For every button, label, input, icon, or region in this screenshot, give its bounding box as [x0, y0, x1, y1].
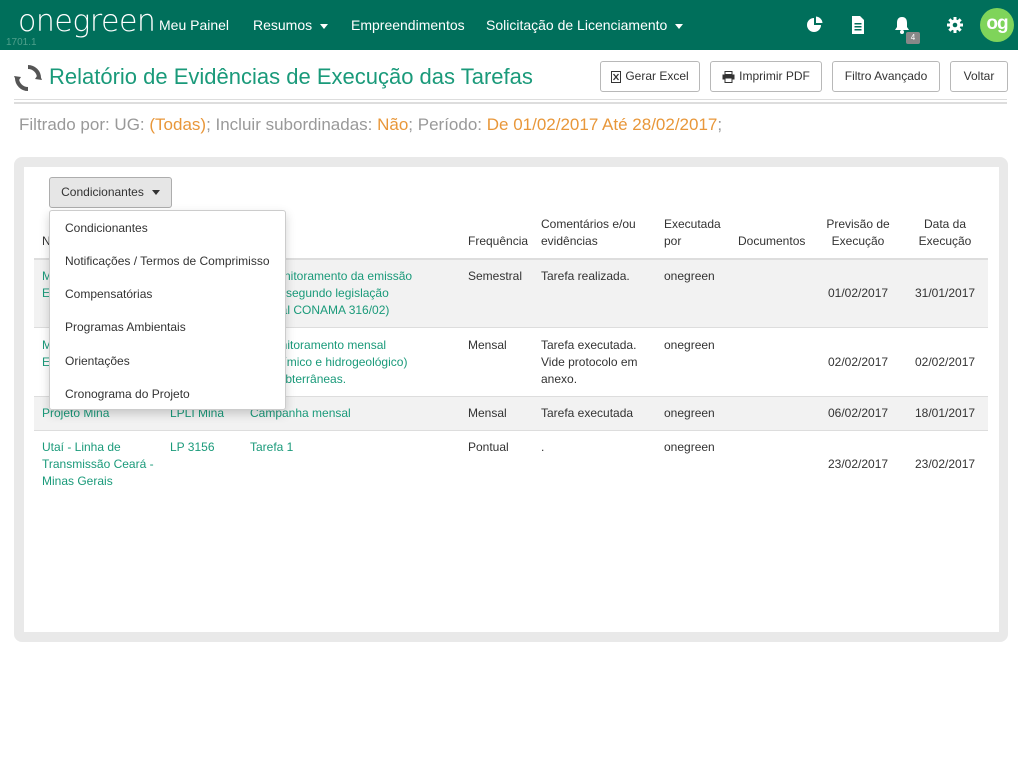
- print-pdf-button[interactable]: Imprimir PDF: [710, 61, 822, 92]
- column-header-comentarios[interactable]: Comentários e/ou evidências: [541, 216, 636, 250]
- page-title: Relatório de Evidências de Execução das …: [49, 64, 533, 89]
- filter-summary: Filtrado por: UG: (Todas); Incluir subor…: [19, 115, 723, 134]
- comentario-cell: Tarefa realizada.: [541, 269, 630, 283]
- previsao-cell: 06/02/2017: [828, 406, 889, 420]
- advanced-filter-button[interactable]: Filtro Avançado: [832, 61, 940, 92]
- frequencia-cell: Mensal: [468, 406, 507, 420]
- data-execucao-cell: 23/02/2017: [915, 457, 976, 471]
- nav-resumos[interactable]: Resumos: [253, 0, 329, 50]
- filter-period-value: De 01/02/2017 Até 28/02/2017: [486, 115, 718, 134]
- divider: [14, 102, 1007, 104]
- back-button[interactable]: Voltar: [950, 61, 1008, 92]
- nav-empreendimentos[interactable]: Empreendimentos: [351, 0, 465, 50]
- gear-icon[interactable]: [945, 15, 965, 35]
- column-header-executada-por[interactable]: Executada por: [664, 216, 721, 250]
- pie-chart-icon[interactable]: [805, 15, 825, 35]
- frequencia-cell: Mensal: [468, 338, 507, 352]
- menu-item-orientacoes[interactable]: Orientações: [65, 354, 130, 368]
- previsao-cell: 02/02/2017: [828, 355, 889, 369]
- avatar[interactable]: og: [980, 8, 1014, 42]
- chevron-down-icon: [151, 190, 160, 196]
- menu-item-notificacoes[interactable]: Notificações / Termos de Comprimisso: [65, 254, 270, 268]
- column-header-documentos[interactable]: Documentos: [738, 233, 805, 250]
- comentario-cell: Tarefa executada: [541, 406, 634, 420]
- document-icon[interactable]: [848, 15, 868, 35]
- executada-por-cell: onegreen: [664, 406, 715, 420]
- chevron-down-icon: [320, 23, 329, 29]
- executada-por-cell: onegreen: [664, 338, 715, 352]
- data-execucao-cell: 31/01/2017: [915, 286, 976, 300]
- menu-item-compensatorias[interactable]: Compensatórias: [65, 287, 152, 301]
- tarefa-link[interactable]: Tarefa 1: [250, 439, 293, 456]
- column-header-previsao[interactable]: Previsão de Execução: [818, 216, 898, 250]
- filter-ug-value: (Todas): [149, 115, 207, 134]
- empreendimento-link[interactable]: Utaí - Linha de Transmissão Ceará - Minas …: [42, 439, 154, 490]
- refresh-icon[interactable]: [13, 63, 43, 93]
- comentario-cell: .: [541, 440, 545, 454]
- top-navbar: onegreen 1701.1 Meu Painel Resumos Empre…: [0, 0, 1018, 50]
- previsao-cell: 23/02/2017: [828, 457, 889, 471]
- data-execucao-cell: 18/01/2017: [915, 406, 976, 420]
- frequencia-cell: Pontual: [468, 440, 509, 454]
- nav-meu-painel[interactable]: Meu Painel: [159, 0, 229, 50]
- previsao-cell: 01/02/2017: [828, 286, 889, 300]
- category-dropdown-button[interactable]: Condicionantes: [49, 177, 172, 208]
- frequencia-cell: Semestral: [468, 269, 523, 283]
- menu-item-cronograma[interactable]: Cronograma do Projeto: [65, 387, 190, 401]
- filter-subordinates-value: Não: [377, 115, 409, 134]
- comentario-cell: Tarefa executada. Vide protocolo em anexo.: [541, 338, 638, 386]
- column-header-frequencia[interactable]: Frequência: [468, 233, 528, 250]
- version-label: 1701.1: [6, 37, 37, 48]
- nav-solicitacao-licenciamento[interactable]: Solicitação de Licenciamento: [486, 0, 684, 50]
- licenca-link[interactable]: LP 3156: [170, 439, 215, 456]
- column-header-data-execucao[interactable]: Data da Execução: [912, 216, 978, 250]
- notification-badge: 4: [906, 32, 920, 44]
- executada-por-cell: onegreen: [664, 440, 715, 454]
- chevron-down-icon: [675, 23, 684, 29]
- excel-icon: [611, 70, 622, 83]
- menu-item-condicionantes[interactable]: Condicionantes: [65, 221, 148, 235]
- onegreen-logo[interactable]: onegreen: [18, 4, 156, 39]
- menu-item-programas-ambientais[interactable]: Programas Ambientais: [65, 320, 186, 334]
- divider: [14, 99, 1007, 100]
- generate-excel-button[interactable]: Gerar Excel: [600, 61, 700, 92]
- category-dropdown-menu: Condicionantes Notificações / Termos de …: [49, 210, 286, 410]
- printer-icon: [722, 70, 735, 83]
- data-execucao-cell: 02/02/2017: [915, 355, 976, 369]
- executada-por-cell: onegreen: [664, 269, 715, 283]
